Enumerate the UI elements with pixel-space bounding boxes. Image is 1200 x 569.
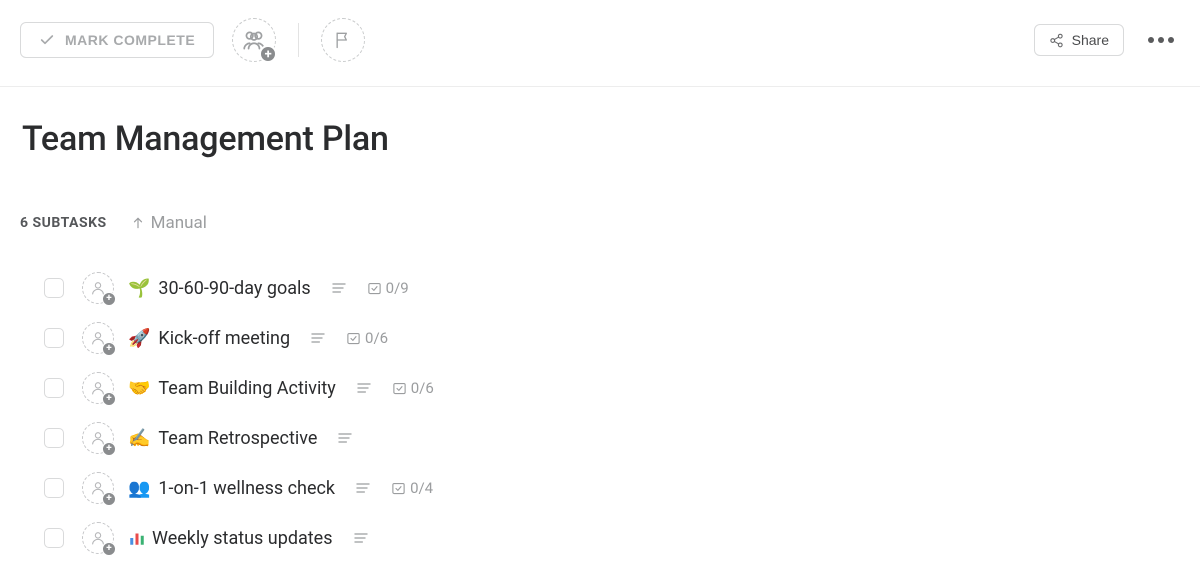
subtask-row: + ✍️ Team Retrospective	[44, 413, 1178, 463]
sort-mode-button[interactable]: Manual	[131, 213, 207, 233]
subtask-title[interactable]: 🌱 30-60-90-day goals	[128, 278, 311, 299]
subtask-title-text: 1-on-1 wellness check	[158, 478, 335, 499]
share-button[interactable]: Share	[1034, 24, 1124, 56]
subtask-progress: 0/6	[392, 379, 434, 397]
description-icon	[353, 530, 369, 546]
subtask-title[interactable]: ✍️ Team Retrospective	[128, 428, 317, 449]
content: Team Management Plan 6 SUBTASKS Manual +…	[0, 87, 1200, 563]
share-label: Share	[1072, 32, 1109, 48]
plus-icon: +	[102, 442, 116, 456]
subtask-emoji: 🚀	[128, 328, 152, 349]
description-icon	[355, 480, 371, 496]
subtask-title-text: Team Building Activity	[158, 378, 335, 399]
assign-user-button[interactable]: +	[82, 472, 114, 504]
plus-icon: +	[259, 45, 277, 63]
more-menu-button[interactable]	[1142, 29, 1180, 51]
mark-complete-button[interactable]: MARK COMPLETE	[20, 22, 214, 58]
check-icon	[39, 32, 55, 48]
description-icon	[337, 430, 353, 446]
sort-mode-label: Manual	[151, 213, 207, 233]
subtask-progress: 0/6	[346, 329, 388, 347]
subtasks-header: 6 SUBTASKS Manual	[20, 213, 1178, 233]
assign-user-button[interactable]: +	[82, 522, 114, 554]
subtask-title[interactable]: 🤝 Team Building Activity	[128, 378, 336, 399]
subtask-emoji	[128, 529, 146, 547]
subtask-row: + 🤝 Team Building Activity 0/6	[44, 363, 1178, 413]
share-icon	[1049, 33, 1064, 48]
description-icon	[310, 330, 326, 346]
subtask-title[interactable]: 🚀 Kick-off meeting	[128, 328, 290, 349]
plus-icon: +	[102, 292, 116, 306]
subtask-title-text: 30-60-90-day goals	[158, 278, 310, 299]
subtask-emoji: 👥	[128, 478, 152, 499]
toolbar: MARK COMPLETE + Share	[0, 0, 1200, 87]
mark-complete-label: MARK COMPLETE	[65, 32, 195, 48]
subtask-emoji: ✍️	[128, 428, 152, 449]
subtask-checkbox[interactable]	[44, 328, 64, 348]
add-flag-button[interactable]	[321, 18, 365, 62]
subtask-emoji: 🌱	[128, 278, 152, 299]
plus-icon: +	[102, 492, 116, 506]
page-title: Team Management Plan	[22, 119, 1178, 159]
add-collaborators-button[interactable]: +	[232, 18, 276, 62]
plus-icon: +	[102, 542, 116, 556]
subtask-checkbox[interactable]	[44, 428, 64, 448]
description-icon	[331, 280, 347, 296]
subtask-title-text: Kick-off meeting	[158, 328, 290, 349]
assign-user-button[interactable]: +	[82, 322, 114, 354]
subtask-title[interactable]: 👥 1-on-1 wellness check	[128, 478, 335, 499]
subtask-title[interactable]: Weekly status updates	[128, 528, 333, 549]
subtask-checkbox[interactable]	[44, 278, 64, 298]
subtask-title-text: Weekly status updates	[152, 528, 333, 549]
divider	[298, 23, 299, 57]
subtask-progress: 0/9	[367, 279, 409, 297]
assign-user-button[interactable]: +	[82, 272, 114, 304]
plus-icon: +	[102, 342, 116, 356]
description-icon	[356, 380, 372, 396]
subtask-emoji: 🤝	[128, 378, 152, 399]
subtask-row: + 👥 1-on-1 wellness check 0/4	[44, 463, 1178, 513]
assign-user-button[interactable]: +	[82, 372, 114, 404]
plus-icon: +	[102, 392, 116, 406]
subtask-row: + 🌱 30-60-90-day goals 0/9	[44, 263, 1178, 313]
subtask-count-label: 6 SUBTASKS	[20, 215, 107, 231]
arrow-up-icon	[131, 216, 145, 230]
subtask-list: + 🌱 30-60-90-day goals 0/9 + 🚀 Kick-off meetin…	[22, 263, 1178, 563]
subtask-checkbox[interactable]	[44, 378, 64, 398]
subtask-checkbox[interactable]	[44, 478, 64, 498]
subtask-row: + Weekly status updates	[44, 513, 1178, 563]
assign-user-button[interactable]: +	[82, 422, 114, 454]
subtask-checkbox[interactable]	[44, 528, 64, 548]
subtask-title-text: Team Retrospective	[158, 428, 317, 449]
flag-icon	[333, 30, 353, 50]
subtask-progress: 0/4	[391, 479, 433, 497]
subtask-row: + 🚀 Kick-off meeting 0/6	[44, 313, 1178, 363]
